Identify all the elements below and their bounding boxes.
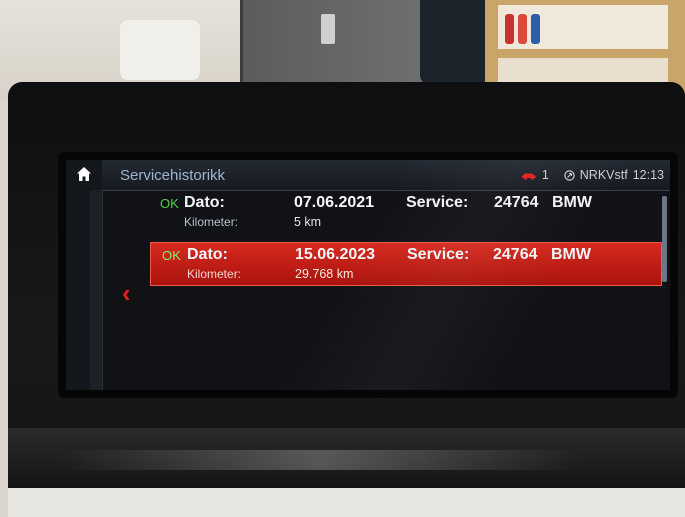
kilometer-label: Kilometer: bbox=[187, 267, 242, 281]
background-bottle bbox=[531, 14, 540, 44]
status-bar: 1 NRKVstf 12:13 bbox=[521, 168, 664, 182]
service-code: 24764 bbox=[494, 194, 539, 211]
radio-station: NRKVstf bbox=[579, 168, 628, 182]
dashboard-reflection bbox=[60, 450, 580, 470]
side-rail bbox=[66, 160, 103, 390]
service-label: Service: bbox=[406, 194, 469, 211]
infotainment-screen: Servicehistorikk 1 NRKVstf 12:13 ‹ OK Da… bbox=[66, 160, 670, 390]
service-brand: BMW bbox=[551, 246, 591, 263]
list-item[interactable]: OK Dato: Kilometer: 07.06.2021 5 km Serv… bbox=[146, 191, 664, 233]
service-date: 07.06.2021 bbox=[294, 194, 375, 211]
background-door bbox=[240, 0, 423, 95]
radio-icon bbox=[564, 169, 575, 181]
date-label: Dato: bbox=[187, 246, 228, 263]
clock: 12:13 bbox=[632, 168, 664, 182]
service-brand: BMW bbox=[552, 194, 592, 211]
car-icon bbox=[521, 173, 536, 180]
vehicle-count: 1 bbox=[541, 168, 549, 182]
status-ok-badge: OK bbox=[160, 196, 179, 211]
service-code: 24764 bbox=[493, 246, 538, 263]
list-item-selected[interactable]: OK Dato: Kilometer: 15.06.2023 29.768 km… bbox=[150, 242, 662, 286]
home-icon[interactable] bbox=[76, 166, 92, 182]
background-object bbox=[120, 20, 200, 80]
background-bottle bbox=[505, 14, 514, 44]
rail-shade bbox=[90, 190, 102, 390]
page-title: Servicehistorikk bbox=[120, 167, 226, 184]
header-bar: Servicehistorikk 1 NRKVstf 12:13 bbox=[102, 160, 670, 191]
service-date: 15.06.2023 bbox=[295, 246, 376, 263]
background-bottle bbox=[518, 14, 527, 44]
background-jacket bbox=[420, 0, 490, 85]
background-floor bbox=[8, 488, 685, 517]
kilometer-value: 29.768 km bbox=[295, 267, 354, 281]
date-label: Dato: bbox=[184, 194, 225, 211]
kilometer-label: Kilometer: bbox=[184, 215, 239, 229]
status-ok-badge: OK bbox=[162, 248, 181, 263]
door-handle bbox=[321, 14, 335, 44]
chevron-left-icon[interactable]: ‹ bbox=[122, 280, 131, 306]
service-label: Service: bbox=[407, 246, 470, 263]
kilometer-value: 5 km bbox=[294, 215, 322, 229]
scrollbar[interactable] bbox=[662, 196, 667, 282]
